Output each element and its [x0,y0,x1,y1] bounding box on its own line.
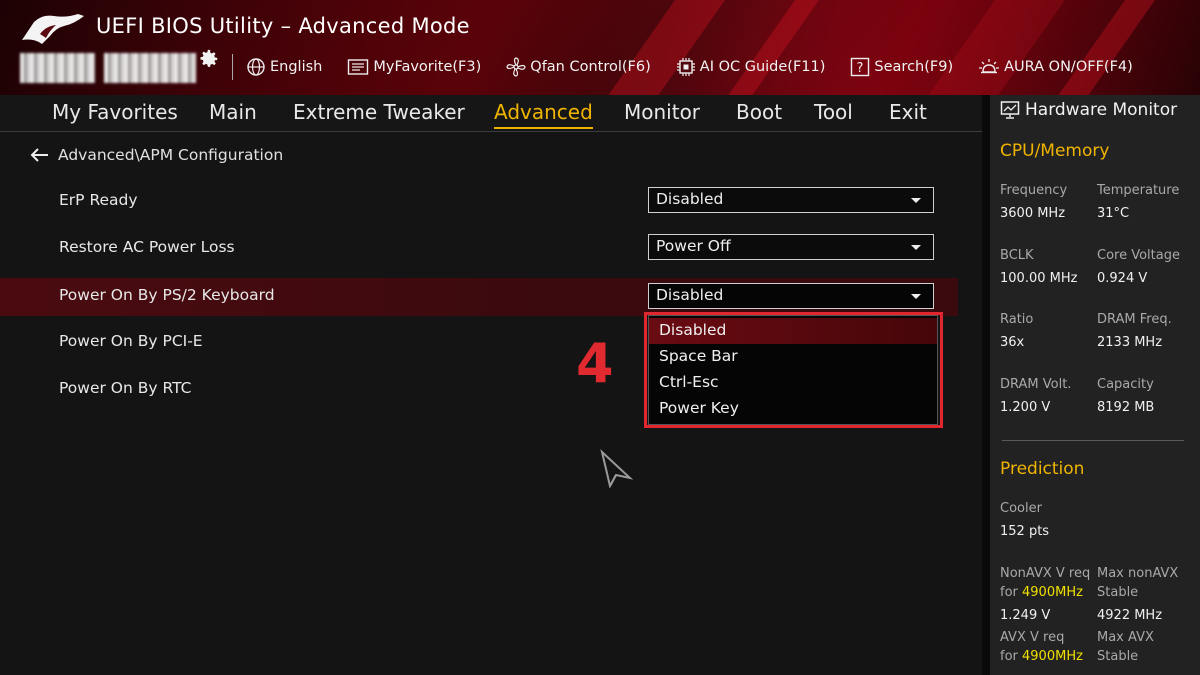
setting-row-restore-ac-power-loss[interactable]: Restore AC Power Loss Power Off [0,229,958,267]
cpu-memory-heading: CPU/Memory [1000,141,1110,161]
svg-text:?: ? [857,61,864,76]
aura-icon [979,59,1000,74]
tab-boot[interactable]: Boot [736,100,782,124]
tab-main[interactable]: Main [209,100,257,124]
language-label: English [270,59,323,75]
language-button[interactable]: English [246,57,322,77]
tab-exit[interactable]: Exit [889,100,927,124]
header-separator [232,54,233,80]
header-toolbar: English MyFavorite(F3) Qfan Control(F6) … [246,54,1158,80]
panel-divider [982,95,990,675]
header-bar: UEFI BIOS Utility – Advanced Mode Englis… [0,0,1200,95]
setting-row-power-on-ps2-keyboard[interactable]: Power On By PS/2 Keyboard Disabled [0,278,958,316]
select-value: Power Off [656,237,731,255]
tab-monitor[interactable]: Monitor [624,100,700,124]
prediction-heading: Prediction [1000,459,1085,479]
hw-dram-freq: DRAM Freq. 2133 MHz [1097,312,1172,350]
select-value: Disabled [656,286,724,304]
setting-label: Power On By PCI-E [59,332,203,350]
monitor-icon [1000,101,1020,119]
tab-extreme-tweaker[interactable]: Extreme Tweaker [293,100,465,124]
restore-ac-power-loss-select[interactable]: Power Off [648,234,934,260]
aura-button[interactable]: AURA ON/OFF(F4) [978,57,1133,77]
myfavorite-button[interactable]: MyFavorite(F3) [347,58,481,76]
search-button[interactable]: ? Search(F9) [850,57,953,77]
hw-dram-volt: DRAM Volt. 1.200 V [1000,377,1072,415]
annotation-highlight-box [644,312,943,428]
setting-row-erp-ready[interactable]: ErP Ready Disabled [0,182,958,220]
date-display [20,53,95,83]
time-display [104,53,196,83]
search-label: Search(F9) [874,59,954,75]
annotation-step-number: 4 [576,332,614,395]
hw-capacity: Capacity 8192 MB [1097,377,1155,415]
setting-label: ErP Ready [59,191,138,209]
mouse-pointer-icon [600,449,634,488]
main-tab-bar: My Favorites Main Extreme Tweaker Advanc… [0,95,982,132]
qfan-label: Qfan Control(F6) [530,59,651,75]
qfan-button[interactable]: Qfan Control(F6) [506,57,651,77]
globe-icon [247,58,265,76]
tab-my-favorites[interactable]: My Favorites [52,100,178,124]
erp-ready-select[interactable]: Disabled [648,187,934,213]
hw-frequency: Frequency 3600 MHz [1000,183,1068,221]
chevron-down-icon [911,245,921,250]
setting-label: Power On By PS/2 Keyboard [59,286,275,304]
hw-divider [1002,440,1184,441]
setting-label: Restore AC Power Loss [59,238,235,256]
chevron-down-icon [911,198,921,203]
setting-label: Power On By RTC [59,379,192,397]
hw-bclk: BCLK 100.00 MHz [1000,248,1078,286]
aura-label: AURA ON/OFF(F4) [1004,59,1133,75]
hw-cooler: Cooler 152 pts [1000,501,1050,539]
select-value: Disabled [656,190,724,208]
search-icon: ? [851,57,870,77]
ai-oc-guide-button[interactable]: AI OC Guide(F11) [676,57,826,77]
fan-icon [506,57,526,77]
hardware-monitor-panel: Hardware Monitor CPU/Memory Frequency 360… [990,95,1200,675]
hw-ratio: Ratio 36x [1000,312,1034,350]
gear-icon[interactable] [198,48,220,70]
hardware-monitor-title: Hardware Monitor [1025,100,1178,120]
app-title: UEFI BIOS Utility – Advanced Mode [96,14,470,38]
favorite-icon [348,59,369,75]
ai-oc-guide-label: AI OC Guide(F11) [699,59,826,75]
power-on-ps2-keyboard-select[interactable]: Disabled [648,283,934,309]
chevron-down-icon [911,294,921,299]
hardware-monitor-header: Hardware Monitor [1000,100,1177,120]
hw-nonavx-req: NonAVX V req for 4900MHz 1.249 V [1000,566,1091,623]
hw-avx-req: AVX V req for 4900MHz [1000,630,1083,664]
breadcrumb: Advanced\APM Configuration [28,146,283,164]
hw-core-voltage: Core Voltage 0.924 V [1097,248,1180,286]
hw-max-avx: Max AVX Stable [1097,630,1154,664]
settings-panel: Advanced\APM Configuration ErP Ready Dis… [0,132,982,675]
ai-oc-icon [676,58,695,76]
tab-advanced[interactable]: Advanced [494,100,593,129]
breadcrumb-path: Advanced\APM Configuration [58,146,284,164]
rog-logo-icon [22,14,84,44]
hw-max-nonavx: Max nonAVX Stable 4922 MHz [1097,566,1179,623]
hw-temperature: Temperature 31°C [1097,183,1180,221]
back-arrow-icon[interactable] [28,146,50,164]
tab-tool[interactable]: Tool [814,100,853,124]
myfavorite-label: MyFavorite(F3) [373,59,482,75]
